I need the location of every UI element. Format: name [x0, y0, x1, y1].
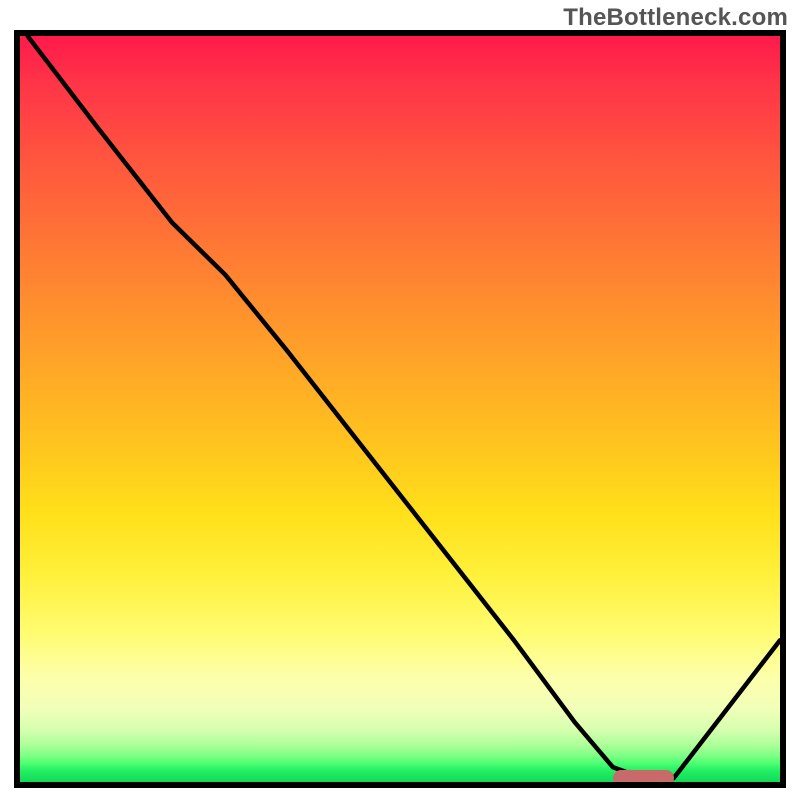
curve-path [28, 36, 780, 778]
watermark-text: TheBottleneck.com [563, 4, 788, 32]
chart-container: TheBottleneck.com [0, 0, 800, 800]
chart-frame [14, 30, 786, 788]
optimal-range-marker [613, 770, 674, 786]
bottleneck-curve [20, 36, 780, 782]
